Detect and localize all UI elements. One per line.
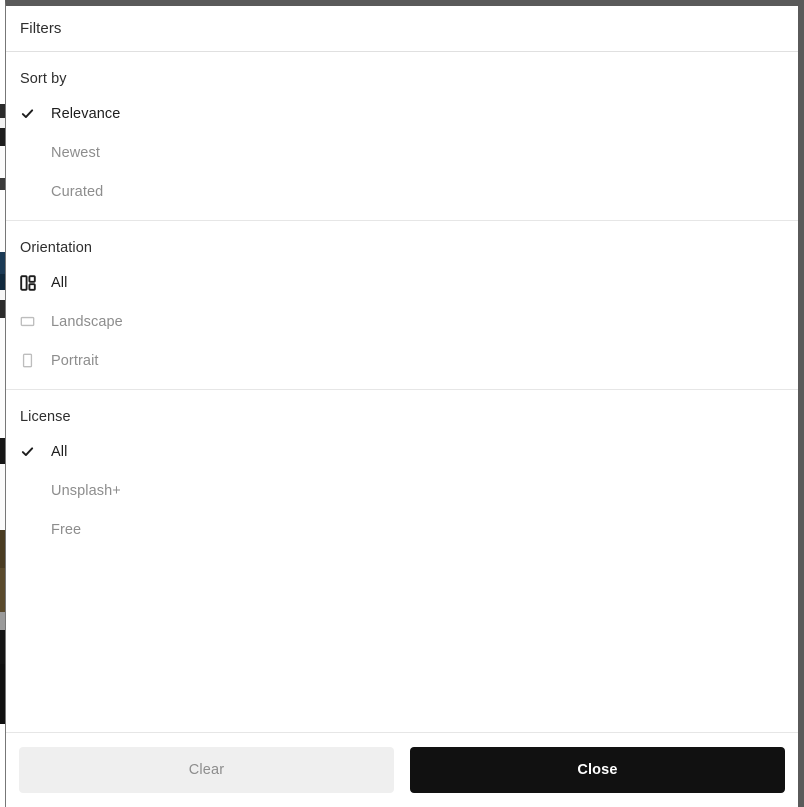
orientation-landscape-icon: [20, 312, 44, 332]
modal-footer: Clear Close: [6, 732, 798, 807]
filter-section-license: License All Unsplash+ Free: [6, 390, 798, 732]
option-sort-by-relevance[interactable]: Relevance: [20, 101, 798, 126]
filter-section-orientation: Orientation All Landscape Portrait: [6, 221, 798, 390]
modal-header: Filters: [6, 6, 798, 52]
option-icon-placeholder: [20, 143, 44, 163]
clear-button[interactable]: Clear: [19, 747, 394, 793]
option-license-free[interactable]: Free: [20, 517, 798, 542]
option-label: Portrait: [51, 352, 99, 369]
section-title-sort-by: Sort by: [20, 71, 67, 87]
option-icon-placeholder: [20, 182, 44, 202]
option-orientation-landscape[interactable]: Landscape: [20, 309, 798, 334]
option-label: Free: [51, 521, 82, 538]
section-title-license: License: [20, 409, 71, 425]
option-label: All: [51, 443, 68, 460]
close-button[interactable]: Close: [410, 747, 785, 793]
option-label: Unsplash+: [51, 482, 121, 499]
option-orientation-portrait[interactable]: Portrait: [20, 348, 798, 373]
filter-section-sort-by: Sort by Relevance Newest Curated: [6, 52, 798, 221]
section-title-orientation: Orientation: [20, 240, 93, 256]
filters-modal: Filters Sort by Relevance Newest Curated Ori…: [5, 0, 804, 807]
option-license-unsplash[interactable]: Unsplash+: [20, 478, 798, 503]
check-icon: [20, 104, 44, 124]
page-title: Filters: [20, 20, 62, 37]
option-icon-placeholder: [20, 481, 44, 501]
orientation-portrait-icon: [20, 351, 44, 371]
option-icon-placeholder: [20, 520, 44, 540]
check-icon: [20, 442, 44, 462]
orientation-all-icon: [20, 273, 44, 293]
option-sort-by-curated[interactable]: Curated: [20, 179, 798, 204]
option-label: Curated: [51, 183, 104, 200]
option-sort-by-newest[interactable]: Newest: [20, 140, 798, 165]
option-label: Relevance: [51, 105, 121, 122]
option-label: All: [51, 274, 68, 291]
option-label: Landscape: [51, 313, 123, 330]
option-label: Newest: [51, 144, 100, 161]
option-license-all[interactable]: All: [20, 439, 798, 464]
option-orientation-all[interactable]: All: [20, 270, 798, 295]
filters-body: Sort by Relevance Newest Curated Orientation…: [6, 52, 798, 732]
